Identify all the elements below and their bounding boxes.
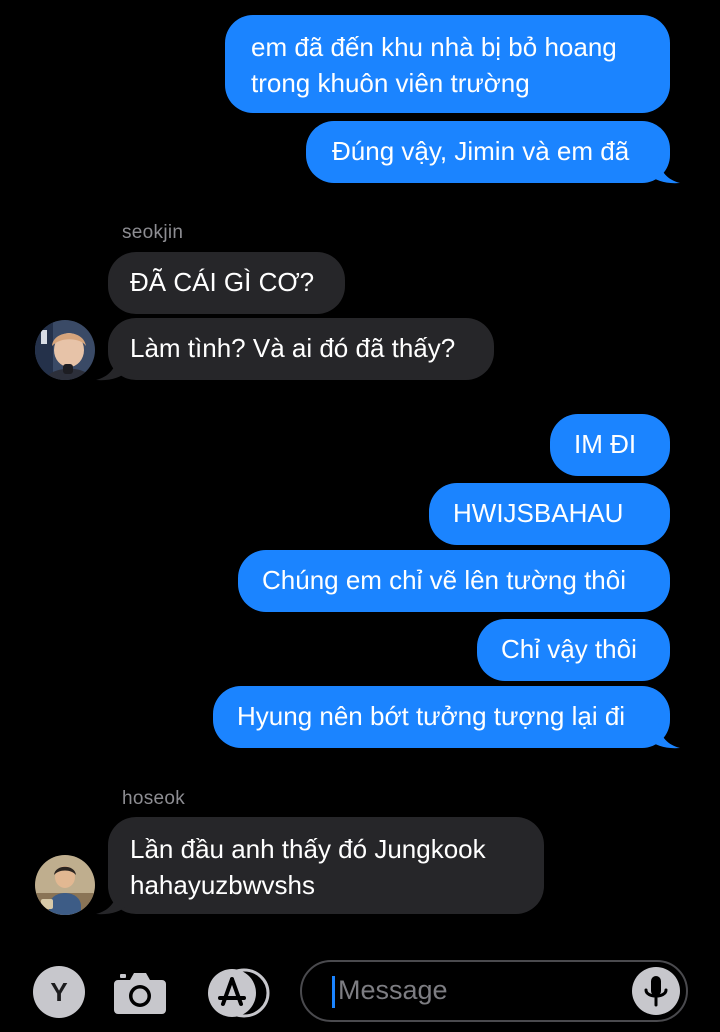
- app-shortcut-button[interactable]: Y: [33, 966, 85, 1018]
- incoming-message[interactable]: ĐÃ CÁI GÌ CƠ?: [108, 252, 345, 314]
- avatar-image: [35, 855, 95, 915]
- incoming-message[interactable]: Làm tình? Và ai đó đã thấy?: [108, 318, 494, 380]
- outgoing-message[interactable]: Chúng em chỉ vẽ lên tường thôi: [238, 550, 670, 612]
- app-store-button[interactable]: [204, 968, 270, 1018]
- bubble-tail: [648, 723, 680, 749]
- outgoing-message[interactable]: em đã đến khu nhà bị bỏ hoang trong khuô…: [225, 15, 670, 113]
- message-text-line: Lần đầu anh thấy đó Jungkook: [130, 834, 486, 864]
- message-input[interactable]: Message: [300, 960, 688, 1022]
- outgoing-message[interactable]: Hyung nên bớt tưởng tượng lại đi: [213, 686, 670, 748]
- outgoing-message[interactable]: Chỉ vậy thôi: [477, 619, 670, 681]
- camera-button[interactable]: [112, 968, 168, 1016]
- message-text: Đúng vậy, Jimin và em đã: [332, 136, 630, 166]
- message-text: ĐÃ CÁI GÌ CƠ?: [130, 267, 315, 297]
- bubble-tail: [96, 355, 128, 381]
- bubble-tail: [96, 889, 128, 915]
- sender-name: hoseok: [122, 788, 186, 809]
- message-text: HWIJSBAHAU: [453, 498, 624, 528]
- camera-icon: [114, 973, 166, 1014]
- microphone-icon: [644, 976, 668, 1007]
- avatar-seokjin[interactable]: [35, 320, 95, 380]
- message-text-line: em đã đến khu nhà bị bỏ hoang: [251, 32, 617, 62]
- avatar-image: [35, 320, 95, 380]
- message-text: Hyung nên bớt tưởng tượng lại đi: [237, 701, 626, 731]
- message-text: Làm tình? Và ai đó đã thấy?: [130, 333, 456, 363]
- message-text-line: trong khuôn viên trường: [251, 68, 530, 98]
- outgoing-message[interactable]: HWIJSBAHAU: [429, 483, 670, 545]
- microphone-button[interactable]: [632, 967, 680, 1015]
- outgoing-message[interactable]: Đúng vậy, Jimin và em đã: [306, 121, 670, 183]
- message-text: Chỉ vậy thôi: [501, 634, 637, 664]
- message-text: Chúng em chỉ vẽ lên tường thôi: [262, 565, 626, 595]
- message-text-line: hahayuzbwvshs: [130, 870, 315, 900]
- app-store-icon: [208, 968, 270, 1018]
- outgoing-message[interactable]: IM ĐI: [550, 414, 670, 476]
- incoming-message[interactable]: Lần đầu anh thấy đó Jungkook hahayuzbwvs…: [108, 817, 544, 914]
- message-text: IM ĐI: [574, 429, 637, 459]
- bubble-tail: [648, 158, 680, 184]
- text-cursor: [332, 976, 335, 1008]
- message-placeholder: Message: [338, 975, 448, 1005]
- sender-name: seokjin: [122, 222, 184, 243]
- avatar-hoseok[interactable]: [35, 855, 95, 915]
